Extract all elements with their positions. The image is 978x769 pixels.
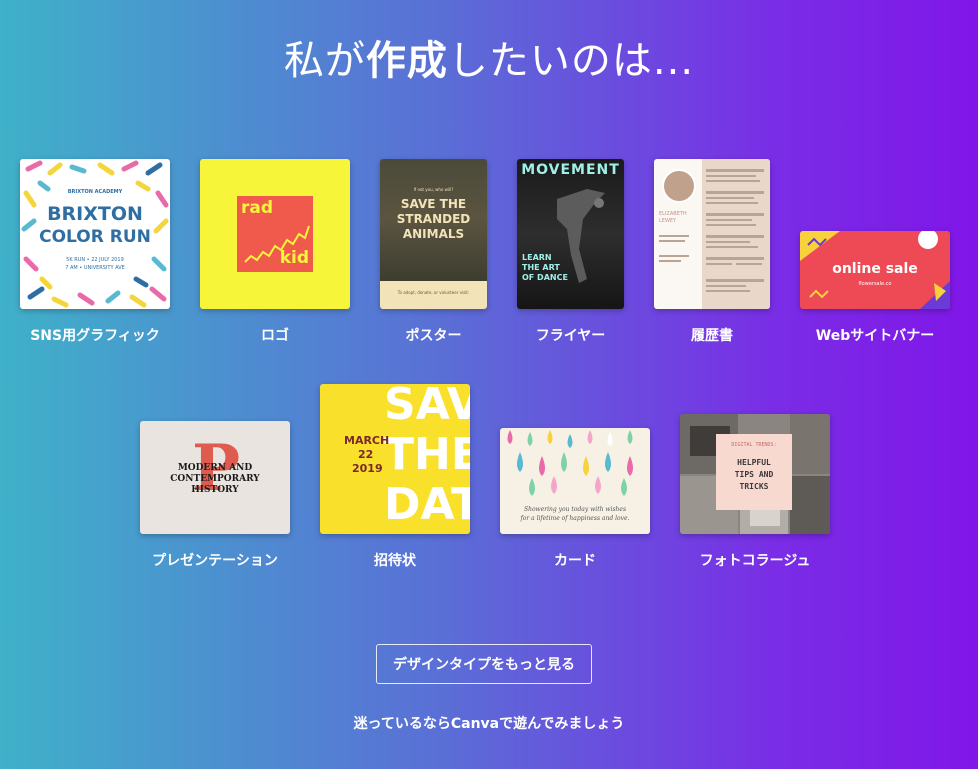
flyer-thumbnail: MOVEMENT LEARN THE ART OF DANCE: [517, 159, 624, 309]
heading-part3: したいのは...: [447, 38, 695, 84]
flyer-thumb-line1: LEARN: [522, 253, 552, 262]
banner-thumb-sub: flowersale.co: [858, 281, 892, 287]
poster-thumbnail: If not you, who will? SAVE THE STRANDED …: [380, 159, 487, 309]
sns-thumb-color-run: COLOR RUN: [39, 227, 151, 247]
invitation-label: 招待状: [374, 553, 416, 569]
logo-label: ロゴ: [261, 328, 289, 344]
web-banner-label: Webサイトバナー: [815, 328, 935, 344]
poster-thumb-tagline: If not you, who will?: [413, 187, 454, 192]
logo-word-rad: rad: [241, 198, 274, 218]
invitation-thumb-year: 2019: [352, 462, 383, 475]
sns-graphic-label: SNS用グラフィック: [30, 328, 160, 344]
resume-label: 履歴書: [691, 328, 733, 344]
invitation-thumb-the: THE: [384, 429, 470, 480]
flyer-thumb-title: MOVEMENT: [521, 162, 620, 178]
invitation-thumbnail: SAVE THE DATE MARCH 22 2019: [320, 384, 470, 534]
banner-thumb-text: online sale: [832, 261, 918, 277]
collage-thumb-line3: TRICKS: [739, 482, 769, 491]
invitation-thumb-save: SAVE: [384, 384, 470, 430]
card-label: カード: [554, 553, 596, 569]
card-thumb-line2: for a lifetime of happiness and love.: [520, 515, 630, 522]
presentation-label: プレゼンテーション: [152, 553, 278, 569]
heading-emphasis: 作成: [365, 38, 448, 84]
presentation-thumb-line2: CONTEMPORARY: [170, 474, 260, 484]
see-more-design-types-button[interactable]: デザインタイプをもっと見る: [376, 644, 592, 684]
page-heading: 私が作成したいのは...: [0, 28, 978, 86]
invitation-thumb-date: DATE: [384, 479, 470, 530]
sns-thumb-time: 7 AM • UNIVERSITY AVE: [65, 265, 125, 271]
flyer-thumb-line2: THE ART: [522, 263, 560, 272]
sns-thumb-brixton: BRIXTON: [47, 203, 143, 225]
flyer-label: フライヤー: [535, 328, 606, 344]
photo-collage-thumbnail: DIGITAL TRENDS: HELPFUL TIPS AND TRICKS: [680, 414, 830, 534]
card-thumb-line1: Showering you today with wishes: [523, 506, 627, 513]
logo-thumbnail: rad kid: [200, 159, 350, 309]
poster-label: ポスター: [405, 328, 462, 344]
collage-thumb-line2: TIPS AND: [734, 470, 774, 479]
presentation-thumb-line3: HISTORY: [191, 485, 239, 495]
flyer-thumb-line3: OF DANCE: [522, 273, 568, 282]
collage-thumb-line1: HELPFUL: [737, 458, 771, 467]
card-thumbnail: Showering you today with wishes for a li…: [500, 428, 650, 534]
dancer-silhouette: [557, 189, 605, 283]
invitation-thumb-day: 22: [358, 448, 374, 461]
poster-thumb-line2: STRANDED: [396, 212, 471, 226]
resume-text-lines: [659, 169, 764, 292]
resume-thumbnail: ELIZABETH LEWEY: [654, 159, 770, 309]
sns-thumb-date: 5K RUN • 22 JULY 2019: [66, 257, 124, 263]
footer-prompt: 迷っているならCanvaで遊んでみましょう: [353, 716, 625, 732]
logo-word-kid: kid: [279, 248, 309, 268]
poster-thumb-foot: To adopt, donate, or volunteer visit:: [397, 290, 470, 295]
poster-thumb-line3: ANIMALS: [402, 227, 465, 241]
sns-graphic-thumbnail: BRIXTON ACADEMY BRIXTON COLOR RUN 5K RUN…: [20, 159, 170, 309]
presentation-thumbnail: P MODERN AND CONTEMPORARY HISTORY: [140, 421, 290, 534]
poster-thumb-line1: SAVE THE: [400, 197, 467, 211]
photo-collage-label: フォトコラージュ: [699, 553, 811, 569]
sns-thumb-academy: BRIXTON ACADEMY: [67, 189, 123, 195]
presentation-thumb-line1: MODERN AND: [177, 463, 253, 473]
heading-part1: 私が: [283, 38, 366, 84]
collage-thumb-small: DIGITAL TRENDS:: [731, 442, 777, 448]
web-banner-thumbnail: online sale flowersale.co: [800, 231, 950, 309]
invitation-thumb-month: MARCH: [344, 434, 390, 447]
logo-square: rad kid: [237, 196, 313, 272]
poster-footer-band: [380, 281, 487, 309]
